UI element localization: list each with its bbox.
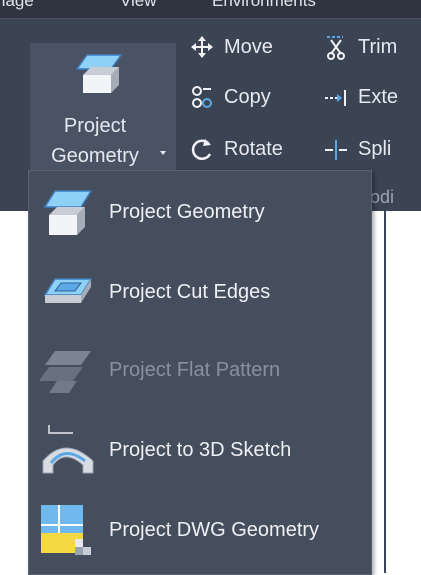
- extend-icon: [322, 83, 350, 111]
- trim-label: Trim: [358, 35, 398, 58]
- menu-item-label: Project Cut Edges: [109, 281, 271, 303]
- project-geometry-icon: [75, 54, 123, 93]
- menu-item-view[interactable]: View: [120, 0, 157, 11]
- chevron-down-icon[interactable]: [160, 151, 166, 155]
- split-label: Spli: [358, 137, 392, 160]
- menu-item-project-cut-edges[interactable]: Project Cut Edges: [29, 257, 371, 329]
- copy-icon: [188, 83, 216, 111]
- menu-item-environments[interactable]: Environments: [212, 0, 316, 11]
- move-button[interactable]: Move: [188, 33, 273, 61]
- split-button[interactable]: Spli: [322, 135, 391, 163]
- menu-item-label: Project to 3D Sketch: [109, 439, 292, 461]
- split-icon: [322, 135, 350, 163]
- menu-item-label: Project Flat Pattern: [109, 359, 281, 381]
- move-icon: [188, 33, 216, 61]
- move-label: Move: [224, 35, 273, 58]
- copy-label: Copy: [224, 85, 271, 108]
- copy-button[interactable]: Copy: [188, 83, 271, 111]
- project-geometry-icon: [43, 190, 93, 235]
- extend-label: Exte: [358, 85, 399, 108]
- project-geometry-label-line1: Project: [63, 115, 127, 137]
- menu-item-project-flat-pattern[interactable]: Project Flat Pattern: [29, 335, 371, 407]
- trim-button[interactable]: Trim: [322, 33, 397, 61]
- menu-item-manage[interactable]: nage: [0, 0, 34, 11]
- trim-icon: [322, 33, 350, 61]
- menu-item-label: Project Geometry: [109, 201, 265, 223]
- project-geometry-dropdown: Project Geometry Project Cut Edges Proje…: [28, 170, 372, 575]
- project-flat-pattern-icon: [39, 351, 91, 393]
- project-cut-edges-icon: [43, 278, 93, 303]
- project-geometry-label-line2: Geometry: [51, 145, 139, 167]
- menu-item-label: Project DWG Geometry: [109, 519, 320, 541]
- extend-button[interactable]: Exte: [322, 83, 398, 111]
- menu-item-project-geometry[interactable]: Project Geometry: [29, 177, 371, 249]
- menu-item-project-dwg-geometry[interactable]: Project DWG Geometry: [29, 495, 371, 567]
- project-dwg-geometry-icon: [41, 505, 91, 555]
- project-to-3d-sketch-icon: [42, 425, 94, 474]
- project-geometry-split-button[interactable]: Project Geometry: [30, 43, 176, 188]
- menu-item-project-to-3d-sketch[interactable]: Project to 3D Sketch: [29, 415, 371, 487]
- menu-bar: nage View Environments: [0, 0, 421, 18]
- rotate-button[interactable]: Rotate: [188, 135, 283, 163]
- divider: [384, 210, 386, 573]
- modify-panel-label: odi: [370, 187, 395, 207]
- rotate-icon: [188, 135, 216, 163]
- rotate-label: Rotate: [224, 137, 283, 160]
